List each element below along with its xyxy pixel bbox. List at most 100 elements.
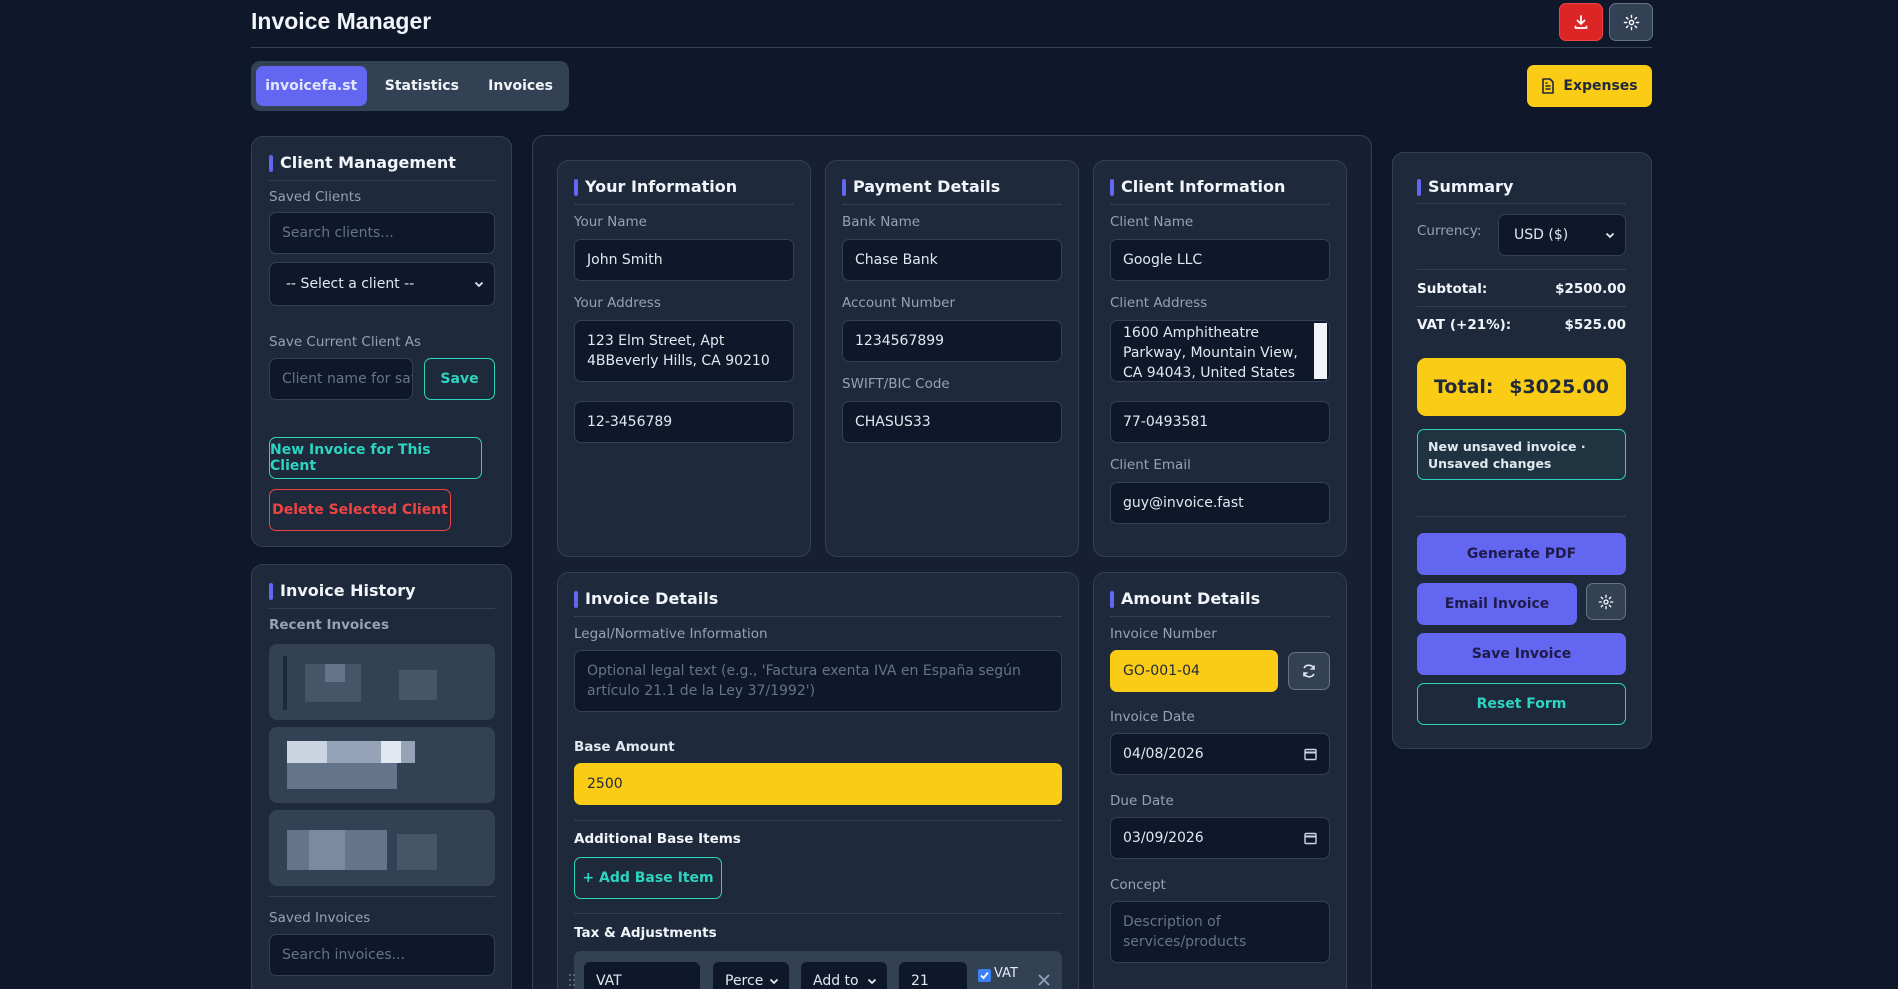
blurred-content [309, 830, 345, 870]
tab-statistics[interactable]: Statistics [373, 66, 472, 106]
base-amount-label: Base Amount [574, 739, 675, 755]
divider [574, 616, 1062, 617]
account-number-input[interactable]: 1234567899 [842, 320, 1062, 362]
your-information-title: Your Information [574, 177, 737, 196]
client-email-input[interactable]: guy@invoice.fast [1110, 482, 1330, 524]
tax-mode-value: Add to [813, 973, 859, 989]
email-settings-button[interactable] [1586, 583, 1626, 620]
divider [1417, 203, 1626, 204]
divider [1110, 616, 1330, 617]
calendar-icon[interactable] [1304, 748, 1317, 761]
tax-type-select[interactable]: Perce [712, 961, 790, 989]
your-address-label: Your Address [574, 295, 661, 311]
regenerate-number-button[interactable] [1288, 652, 1330, 690]
document-icon [1542, 78, 1555, 94]
email-invoice-button[interactable]: Email Invoice [1417, 583, 1577, 625]
invoice-search-input[interactable]: Search invoices... [269, 934, 495, 976]
client-name-input[interactable]: Client name for saving [269, 358, 413, 400]
tax-row: VAT Perce Add to 21 VAT [569, 951, 1062, 989]
divider [574, 913, 1062, 914]
summary-panel: Summary Currency: USD ($) Subtotal: $250… [1392, 152, 1652, 749]
calendar-icon[interactable] [1304, 832, 1317, 845]
generate-pdf-button[interactable]: Generate PDF [1417, 533, 1626, 575]
header-divider [251, 47, 1652, 48]
additional-items-label: Additional Base Items [574, 831, 741, 847]
invoice-details-title: Invoice Details [574, 589, 718, 608]
recent-invoice-card[interactable] [269, 644, 495, 720]
base-amount-input[interactable]: 2500 [574, 763, 1062, 805]
divider [1110, 204, 1330, 205]
settings-button[interactable] [1609, 3, 1653, 41]
bank-name-input[interactable]: Chase Bank [842, 239, 1062, 281]
subtotal-value: $2500.00 [1555, 281, 1626, 297]
new-invoice-for-client-button[interactable]: New Invoice for This Client [269, 437, 482, 479]
due-date-input[interactable]: 03/09/2026 [1110, 817, 1330, 859]
concept-label: Concept [1110, 877, 1166, 893]
chevron-down-icon [474, 281, 484, 288]
saved-clients-label: Saved Clients [269, 189, 362, 205]
client-select-value: -- Select a client -- [286, 276, 415, 292]
your-name-input[interactable]: John Smith [574, 239, 794, 281]
status-badge: New unsaved invoice · Unsaved changes [1417, 429, 1626, 480]
blurred-content [397, 834, 437, 870]
invoice-form-container: Your Information Your Name John Smith Yo… [532, 135, 1372, 989]
client-management-title: Client Management [269, 153, 456, 172]
reset-form-button[interactable]: Reset Form [1417, 683, 1626, 725]
tax-mode-select[interactable]: Add to [800, 961, 888, 989]
divider [574, 204, 794, 205]
currency-select[interactable]: USD ($) [1498, 214, 1626, 256]
expenses-button[interactable]: Expenses [1527, 65, 1652, 107]
client-search-input[interactable]: Search clients... [269, 212, 495, 254]
recent-invoice-card[interactable] [269, 727, 495, 803]
concept-textarea[interactable]: Description of services/products [1110, 901, 1330, 963]
drag-handle-icon[interactable] [568, 973, 576, 987]
blurred-content [325, 664, 345, 682]
client-name-label: Client Name [1110, 214, 1194, 230]
blurred-content [381, 741, 401, 763]
vat-value: $525.00 [1564, 317, 1627, 333]
invoice-number-input[interactable]: GO-001-04 [1110, 650, 1278, 692]
legal-info-label: Legal/Normative Information [574, 626, 768, 642]
client-name-input[interactable]: Google LLC [1110, 239, 1330, 281]
due-date-value: 03/09/2026 [1123, 830, 1204, 846]
download-button[interactable] [1559, 3, 1603, 41]
tax-value-input[interactable]: 21 [898, 961, 968, 989]
recent-invoice-card[interactable] [269, 810, 495, 886]
your-address-textarea[interactable]: 123 Elm Street, Apt 4BBeverly Hills, CA … [574, 320, 794, 382]
gear-icon [1623, 14, 1639, 30]
subtotal-label: Subtotal: [1417, 281, 1488, 297]
payment-details-title: Payment Details [842, 177, 1000, 196]
divider [269, 896, 495, 897]
refresh-icon [1303, 664, 1315, 678]
invoice-history-panel: Invoice History Recent Invoices Saved In… [251, 564, 512, 989]
currency-value: USD ($) [1514, 227, 1569, 243]
tab-invoices[interactable]: Invoices [477, 66, 564, 106]
your-name-label: Your Name [574, 214, 647, 230]
save-invoice-button[interactable]: Save Invoice [1417, 633, 1626, 675]
invoice-date-input[interactable]: 04/08/2026 [1110, 733, 1330, 775]
client-address-textarea[interactable]: 1600 Amphitheatre Parkway, Mountain View… [1110, 320, 1330, 382]
client-select[interactable]: -- Select a client -- [269, 262, 495, 306]
swift-label: SWIFT/BIC Code [842, 376, 950, 392]
textarea-scrollbar[interactable] [1314, 323, 1327, 379]
swift-input[interactable]: CHASUS33 [842, 401, 1062, 443]
recent-invoices-label: Recent Invoices [269, 617, 390, 633]
client-email-label: Client Email [1110, 457, 1191, 473]
add-base-item-button[interactable]: + Add Base Item [574, 857, 722, 899]
main-tabs: invoicefa.st Statistics Invoices [251, 61, 569, 111]
tax-name-input[interactable]: VAT [583, 961, 701, 989]
delete-client-button[interactable]: Delete Selected Client [269, 489, 451, 531]
tab-invoicefast[interactable]: invoicefa.st [256, 66, 367, 106]
save-client-button[interactable]: Save [424, 358, 495, 400]
client-tax-id-input[interactable]: 77-0493581 [1110, 401, 1330, 443]
chevron-down-icon [867, 978, 877, 985]
vat-label: VAT (+21%): [1417, 317, 1512, 333]
legal-info-textarea[interactable]: Optional legal text (e.g., 'Factura exen… [574, 650, 1062, 712]
close-icon[interactable] [1038, 974, 1050, 986]
page-title: Invoice Manager [251, 8, 432, 34]
divider [1417, 516, 1626, 517]
divider [269, 180, 495, 181]
your-tax-id-input[interactable]: 12-3456789 [574, 401, 794, 443]
total-value: $3025.00 [1509, 376, 1609, 398]
vat-checkbox[interactable] [978, 969, 991, 982]
